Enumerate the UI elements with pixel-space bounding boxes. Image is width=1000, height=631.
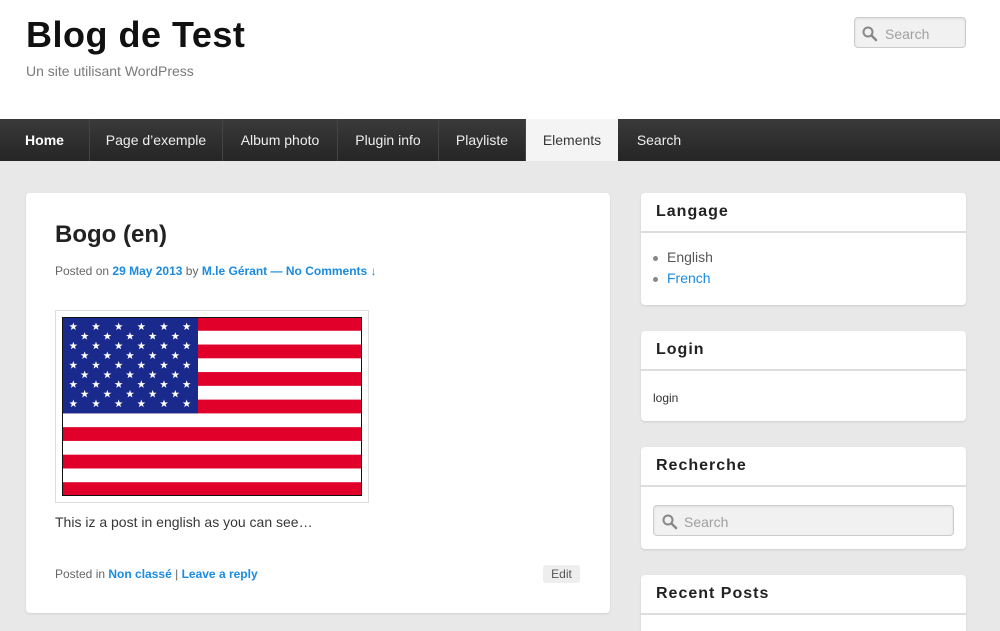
edit-button[interactable]: Edit — [543, 565, 580, 583]
search-icon — [662, 514, 678, 535]
posted-on-label: Posted on — [55, 264, 110, 278]
post-meta: Posted on 29 May 2013 by M.le Gérant — N… — [55, 264, 377, 278]
footer-separator: | — [175, 567, 179, 581]
language-link-french[interactable]: French — [667, 270, 711, 286]
language-list: English French — [641, 233, 966, 291]
header-search-input[interactable]: Search — [854, 17, 966, 48]
category-link[interactable]: Non classé — [108, 567, 171, 581]
nav-item-home[interactable]: Home — [0, 119, 90, 161]
language-widget: Langage English French — [641, 193, 966, 305]
main-navigation: Home Page d’exemple Album photo Plugin i… — [0, 119, 1000, 161]
post-body: This iz a post in english as you can see… — [55, 514, 313, 530]
nav-item-plugin-info[interactable]: Plugin info — [338, 119, 439, 161]
search-placeholder: Search — [885, 26, 930, 42]
nav-item-elements[interactable]: Elements — [526, 119, 618, 161]
post-article: Bogo (en) Posted on 29 May 2013 by M.le … — [26, 193, 610, 613]
site-title[interactable]: Blog de Test — [26, 14, 245, 56]
recent-posts-widget-title: Recent Posts — [641, 575, 966, 615]
nav-item-page-exemple[interactable]: Page d’exemple — [90, 119, 223, 161]
language-item-french[interactable]: French — [653, 270, 966, 291]
search-widget: Recherche Search — [641, 447, 966, 549]
bullet-icon — [653, 255, 658, 261]
site-description: Un site utilisant WordPress — [26, 63, 194, 79]
nav-item-album-photo[interactable]: Album photo — [223, 119, 338, 161]
post-footer: Posted in Non classé | Leave a reply — [55, 567, 258, 581]
comments-link[interactable]: — No Comments ↓ — [271, 264, 377, 278]
site-header: Blog de Test Un site utilisant WordPress… — [0, 0, 1000, 119]
bullet-icon — [653, 276, 658, 282]
language-label: English — [667, 249, 713, 265]
by-label: by — [185, 264, 199, 278]
login-widget: Login login — [641, 331, 966, 421]
language-item-english: English — [653, 249, 966, 270]
recent-posts-widget: Recent Posts — [641, 575, 966, 631]
sidebar-search-input[interactable]: Search — [653, 505, 954, 536]
us-flag-icon — [62, 317, 362, 496]
language-widget-title: Langage — [641, 193, 966, 233]
post-author-link[interactable]: M.le Gérant — [202, 264, 267, 278]
nav-item-search[interactable]: Search — [618, 119, 700, 161]
search-icon — [862, 26, 878, 47]
login-widget-title: Login — [641, 331, 966, 371]
nav-item-playliste[interactable]: Playliste — [439, 119, 526, 161]
posted-in-label: Posted in — [55, 567, 106, 581]
post-title[interactable]: Bogo (en) — [55, 221, 167, 249]
post-date-link[interactable]: 29 May 2013 — [112, 264, 182, 278]
login-link[interactable]: login — [653, 391, 678, 405]
search-placeholder: Search — [684, 514, 729, 530]
leave-reply-link[interactable]: Leave a reply — [182, 567, 258, 581]
search-widget-title: Recherche — [641, 447, 966, 487]
post-image — [55, 310, 369, 503]
